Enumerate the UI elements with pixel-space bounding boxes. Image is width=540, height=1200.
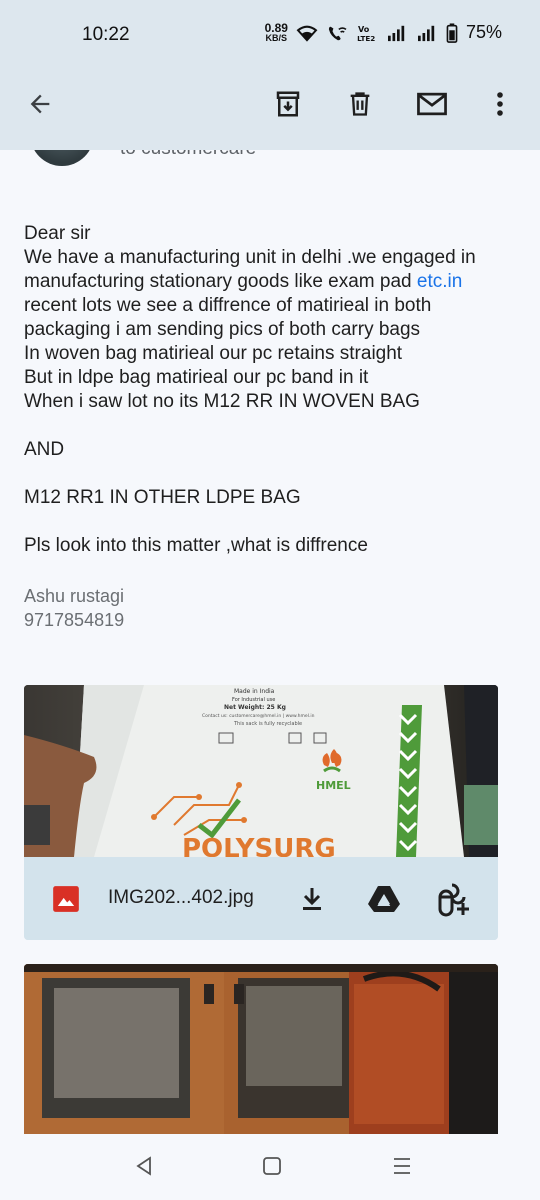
email-toolbar — [0, 72, 540, 138]
wifi-icon — [296, 25, 318, 42]
signal-icon — [387, 25, 405, 41]
recents-menu-icon — [394, 1158, 410, 1174]
cabinet-photo — [24, 964, 498, 1134]
save-to-drive-button[interactable] — [364, 881, 404, 917]
body-greeting: Dear sir — [24, 223, 91, 244]
email-body: Dear sir We have a manufacturing unit in… — [24, 222, 524, 558]
archive-button[interactable] — [270, 86, 306, 122]
delete-button[interactable] — [342, 86, 378, 122]
drive-icon — [368, 886, 400, 912]
body-line: But in ldpe bag matirieal our pc band in… — [24, 367, 369, 388]
back-button[interactable] — [22, 86, 58, 122]
signature-name: Ashu rustagi — [24, 586, 125, 606]
attachment-thumbnail[interactable]: Made in India For Industrial use Net Wei… — [24, 685, 498, 857]
battery-icon — [446, 22, 458, 43]
back-arrow-icon — [30, 94, 50, 114]
body-line: packaging i am sending pics of both carr… — [24, 319, 421, 340]
download-icon — [303, 888, 321, 910]
more-vert-icon — [497, 92, 503, 116]
attachment-filename[interactable]: IMG202...402.jpg — [108, 887, 254, 909]
photo-text: For Industrial use — [232, 697, 275, 703]
photo-text: Made in India — [234, 688, 275, 695]
mark-unread-button[interactable] — [414, 86, 450, 122]
add-to-photos-button[interactable] — [434, 879, 474, 919]
photo-product: POLYSURG — [182, 834, 336, 857]
body-line: In woven bag matirieal our pc retains st… — [24, 343, 403, 364]
photo-brand: HMEL — [316, 779, 351, 792]
body-line: AND — [24, 439, 65, 460]
email-screen: to customercare 10:22 0.89 KB/S VoLTE2 7… — [0, 0, 540, 1200]
attachment-bar: IMG202...402.jpg — [24, 857, 498, 940]
back-triangle-icon — [136, 1156, 151, 1176]
system-nav-bar — [0, 1134, 540, 1200]
nav-home-button[interactable] — [260, 1154, 284, 1178]
status-time: 10:22 — [82, 24, 130, 45]
signal-icon — [417, 25, 435, 41]
bag-photo: Made in India For Industrial use Net Wei… — [24, 685, 498, 857]
photo-text: Contact us: customercare@hmel.in | www.h… — [202, 713, 315, 719]
status-bar: 10:22 0.89 KB/S Vo LTE2 75% — [0, 0, 540, 72]
network-speed-unit: KB/S — [265, 32, 288, 43]
photo-text: This sack is fully recyclable — [233, 721, 302, 727]
status-icons: 0.89 KB/S Vo LTE2 75% — [265, 22, 502, 43]
network-speed-value: 0.89 — [264, 20, 288, 35]
body-line: We have a manufacturing unit in delhi .w… — [24, 247, 476, 268]
home-square-icon — [263, 1157, 281, 1175]
photos-add-icon — [438, 883, 469, 917]
attachment-thumbnail[interactable] — [24, 964, 498, 1134]
svg-text:LTE2: LTE2 — [357, 34, 375, 42]
mark-unread-icon — [417, 92, 447, 116]
signature-phone[interactable]: 9717854819 — [24, 608, 124, 632]
nav-recents-button[interactable] — [390, 1154, 414, 1178]
archive-icon — [276, 91, 300, 117]
body-link[interactable]: etc.in — [417, 271, 462, 292]
network-speed: 0.89 KB/S — [264, 20, 288, 43]
volte-icon: VoLTE2 — [357, 24, 375, 42]
download-button[interactable] — [294, 881, 330, 917]
photo-text: Net Weight: 25 Kg — [224, 704, 286, 711]
body-line: manufacturing stationary goods like exam… — [24, 270, 524, 294]
attachment-card[interactable]: Made in India For Industrial use Net Wei… — [24, 685, 498, 940]
signature: Ashu rustagi 9717854819 — [24, 584, 124, 632]
body-line: recent lots we see a diffrence of matiri… — [24, 295, 432, 316]
delete-icon — [350, 92, 370, 116]
body-line: Pls look into this matter ,what is diffr… — [24, 535, 368, 556]
body-line-text: manufacturing stationary goods like exam… — [24, 271, 417, 292]
app-header: 10:22 0.89 KB/S Vo LTE2 75% — [0, 0, 540, 150]
battery-percent: 75% — [465, 22, 502, 42]
svg-text:Vo: Vo — [358, 24, 370, 34]
body-line: When i saw lot no its M12 RR IN WOVEN BA… — [24, 391, 420, 412]
more-options-button[interactable] — [482, 86, 518, 122]
body-line: M12 RR1 IN OTHER LDPE BAG — [24, 487, 301, 508]
nav-back-button[interactable] — [132, 1154, 156, 1178]
wifi-call-icon — [328, 26, 347, 40]
image-file-icon — [53, 886, 79, 912]
